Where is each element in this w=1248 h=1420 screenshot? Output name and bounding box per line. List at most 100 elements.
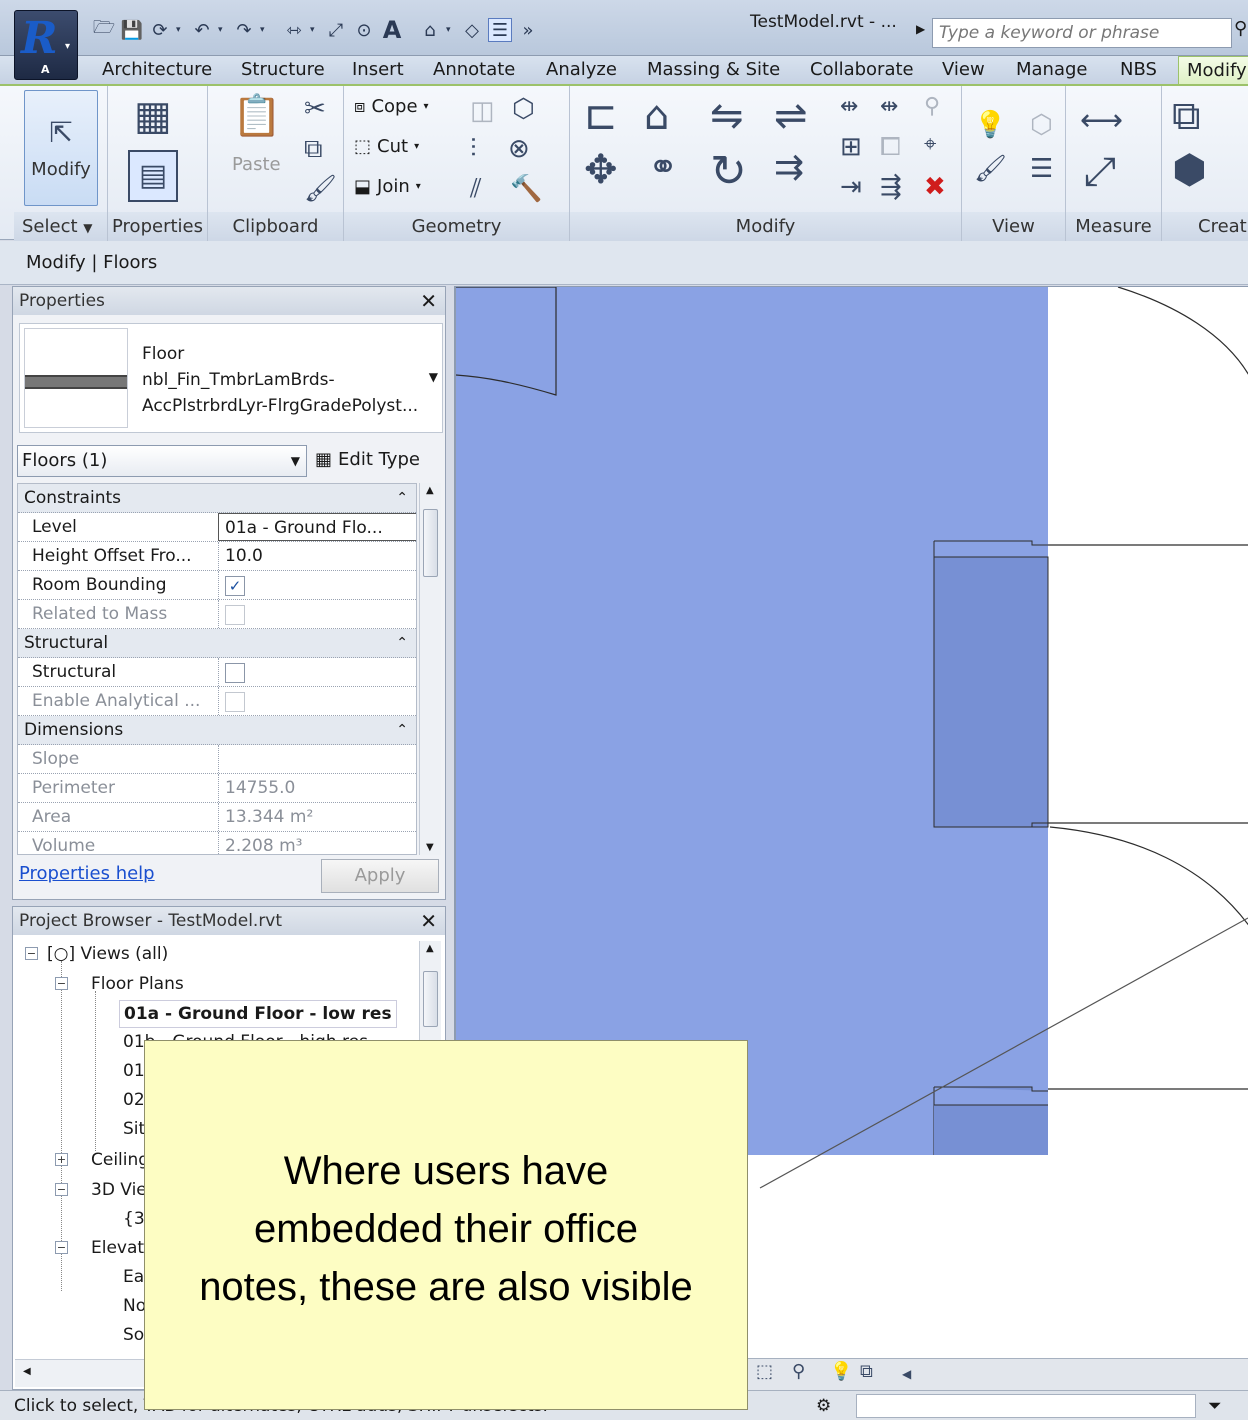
tab-annotate[interactable]: Annotate bbox=[433, 56, 515, 84]
beam-join-icon[interactable]: ⫶ bbox=[470, 136, 477, 162]
modify-tool-button[interactable]: ⇱ Modify bbox=[24, 90, 98, 206]
tab-architecture[interactable]: Architecture bbox=[102, 56, 212, 84]
search-input[interactable]: Type a keyword or phrase bbox=[932, 18, 1232, 48]
cut-icon[interactable]: ✂ bbox=[304, 96, 326, 122]
paste-icon[interactable]: 📋 bbox=[232, 96, 282, 136]
apply-button[interactable]: Apply bbox=[321, 859, 439, 893]
scroll-left-icon[interactable]: ◀ bbox=[23, 1366, 31, 1377]
arrow-right-icon[interactable]: ▶ bbox=[916, 22, 925, 36]
properties-scrollbar[interactable]: ▲ ▼ bbox=[419, 483, 441, 855]
save-icon[interactable]: 💾 bbox=[120, 18, 144, 42]
split-icon[interactable]: ⇹ bbox=[840, 96, 858, 118]
level-value[interactable]: 01a - Ground Flo... bbox=[218, 513, 416, 541]
active-workset-field[interactable] bbox=[856, 1394, 1196, 1418]
tag-icon[interactable]: ⊙ bbox=[352, 18, 376, 42]
scroll-up-icon[interactable]: ▲ bbox=[426, 943, 434, 954]
sync-icon[interactable]: ⟳ bbox=[148, 18, 172, 42]
hammer-icon[interactable]: 🔨 bbox=[510, 176, 542, 202]
tree-item[interactable]: Ea bbox=[123, 1264, 144, 1290]
mirror-draw-icon[interactable]: ⇌ bbox=[774, 96, 808, 136]
close-icon[interactable]: ✕ bbox=[420, 907, 437, 935]
reveal-hidden-icon[interactable]: 💡 bbox=[830, 1361, 852, 1382]
tab-view[interactable]: View bbox=[942, 56, 985, 84]
linework-icon[interactable]: 🖌 bbox=[974, 156, 1007, 182]
application-menu-button[interactable]: R ▾ A bbox=[14, 10, 78, 80]
tree-item[interactable]: So bbox=[123, 1322, 144, 1348]
tab-nbs[interactable]: NBS bbox=[1120, 56, 1157, 84]
override-icon[interactable]: ☰ bbox=[1030, 156, 1053, 182]
tree-item[interactable]: {3 bbox=[123, 1206, 145, 1232]
property-row-structural[interactable]: Structural bbox=[18, 658, 416, 687]
collapse-box[interactable]: − bbox=[25, 947, 38, 960]
dropdown-icon[interactable]: ▾ bbox=[446, 25, 456, 35]
thin-lines-icon[interactable]: ☰ bbox=[488, 18, 512, 42]
group-constraints[interactable]: Constraints ⌃ bbox=[18, 484, 416, 513]
height-offset-value[interactable]: 10.0 bbox=[218, 542, 416, 570]
type-properties-icon[interactable]: ▦ bbox=[134, 96, 172, 136]
create-assembly-icon[interactable]: ⧉ bbox=[1172, 96, 1201, 136]
analytical-model-icon[interactable]: ⧉ bbox=[860, 1361, 873, 1382]
demolish-icon[interactable]: ⊗ bbox=[508, 136, 530, 162]
undo-icon[interactable]: ↶ bbox=[190, 18, 214, 42]
type-selector[interactable]: Floor nbl_Fin_TmbrLamBrds- AccPlstrbrdLy… bbox=[19, 323, 443, 433]
tree-item[interactable]: 02 bbox=[123, 1087, 145, 1113]
select-panel-label[interactable]: Select ▼ bbox=[14, 212, 107, 242]
trim-extend-icon[interactable]: ⇉ bbox=[774, 150, 804, 186]
instance-filter-dropdown[interactable]: Floors (1) ▼ bbox=[17, 445, 307, 477]
structural-checkbox[interactable] bbox=[225, 663, 245, 683]
tree-item[interactable]: No bbox=[123, 1293, 146, 1319]
properties-toggle-icon[interactable]: ▤ bbox=[128, 150, 178, 202]
more-icon[interactable]: » bbox=[516, 18, 540, 42]
worksets-icon[interactable]: ⚙ bbox=[816, 1391, 831, 1420]
array-icon[interactable]: ⊞ bbox=[840, 134, 862, 160]
scrollbar-thumb[interactable] bbox=[423, 509, 438, 577]
cope-button[interactable]: ⧈ Cope ▾ bbox=[354, 96, 429, 117]
pin-icon[interactable]: ⌖ bbox=[924, 134, 936, 156]
dropdown-icon[interactable]: ▾ bbox=[310, 25, 320, 35]
scrollbar-thumb[interactable] bbox=[423, 971, 438, 1027]
collapse-box[interactable]: − bbox=[55, 1241, 68, 1254]
dropdown-icon[interactable]: ▾ bbox=[176, 25, 186, 35]
split-face-icon[interactable]: ◫ bbox=[470, 98, 495, 124]
tree-node-floor-plans[interactable]: Floor Plans bbox=[91, 971, 184, 997]
section-icon[interactable]: ◇ bbox=[460, 18, 484, 42]
properties-help-link[interactable]: Properties help bbox=[19, 863, 155, 884]
tree-node-3d-views[interactable]: 3D Vie bbox=[91, 1177, 147, 1203]
rotate-icon[interactable]: ↻ bbox=[710, 150, 747, 194]
binoculars-icon[interactable]: ⚲ bbox=[1234, 18, 1247, 39]
cut-geometry-button[interactable]: ⬚ Cut ▾ bbox=[354, 136, 419, 157]
scroll-down-icon[interactable]: ▼ bbox=[426, 842, 434, 853]
scroll-up-icon[interactable]: ▲ bbox=[426, 485, 434, 496]
property-row-room-bounding[interactable]: Room Bounding ✓ bbox=[18, 571, 416, 600]
unpin-icon[interactable]: ⚲ bbox=[924, 96, 940, 118]
tab-modify[interactable]: Modify bbox=[1178, 56, 1248, 84]
edit-type-button[interactable]: ▦ Edit Type bbox=[315, 445, 420, 475]
tree-item[interactable]: 01 bbox=[123, 1058, 145, 1084]
open-icon[interactable]: 🗁 bbox=[92, 17, 116, 42]
collapse-box[interactable]: − bbox=[55, 977, 68, 990]
expand-box[interactable]: + bbox=[55, 1153, 68, 1166]
delete-icon[interactable]: ✖ bbox=[924, 174, 946, 200]
filter-icon[interactable]: ⏷ bbox=[1208, 1391, 1222, 1420]
3d-view-icon[interactable]: ⌂ bbox=[418, 18, 442, 42]
join-button[interactable]: ⬓ Join ▾ bbox=[354, 176, 421, 197]
tab-analyze[interactable]: Analyze bbox=[546, 56, 617, 84]
tree-node-views[interactable]: [○] Views (all) bbox=[47, 941, 168, 967]
offset-icon[interactable]: ⌂ bbox=[644, 96, 669, 136]
temporary-hide-icon[interactable]: ⚲ bbox=[792, 1361, 805, 1382]
property-row-height-offset[interactable]: Height Offset Fro... 10.0 bbox=[18, 542, 416, 571]
mirror-axis-icon[interactable]: ⇋ bbox=[710, 96, 744, 136]
collapse-box[interactable]: − bbox=[55, 1183, 68, 1196]
split-gap-icon[interactable]: ⇹ bbox=[880, 96, 898, 118]
aligned-dimension-icon[interactable]: ⤢ bbox=[1084, 152, 1116, 192]
trim-multi-icon[interactable]: ⇶ bbox=[880, 174, 902, 200]
property-row-level[interactable]: Level 01a - Ground Flo... bbox=[18, 513, 416, 542]
dimension-icon[interactable]: ⤢ bbox=[324, 18, 348, 42]
tree-item-selected-view[interactable]: 01a - Ground Floor - low res bbox=[119, 1000, 397, 1028]
room-bounding-checkbox[interactable]: ✓ bbox=[225, 576, 245, 596]
tab-manage[interactable]: Manage bbox=[1016, 56, 1088, 84]
hide-icon[interactable]: ⬡ bbox=[1030, 112, 1053, 138]
tab-insert[interactable]: Insert bbox=[352, 56, 404, 84]
trim-single-icon[interactable]: ⇥ bbox=[840, 174, 862, 200]
copy-elements-icon[interactable]: ⚭ bbox=[648, 150, 678, 186]
